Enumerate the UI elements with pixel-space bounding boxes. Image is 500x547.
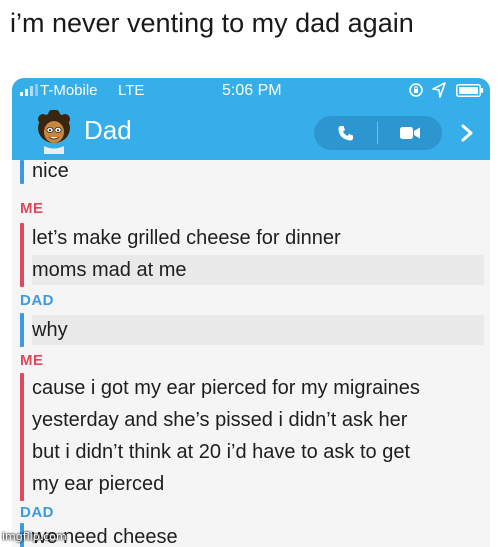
message-text: why xyxy=(32,315,484,345)
video-camera-icon xyxy=(400,127,420,139)
imgflip-watermark: imgflip.com xyxy=(2,530,67,543)
status-time: 5:06 PM xyxy=(222,82,282,99)
message-text: my ear pierced xyxy=(32,473,165,495)
carrier-label: T-Mobile xyxy=(40,82,98,99)
voice-call-button[interactable] xyxy=(314,116,378,150)
message-text: moms mad at me xyxy=(32,255,484,285)
chevron-right-icon xyxy=(461,124,473,142)
dad-message-bar xyxy=(20,313,24,347)
message-group: why xyxy=(18,313,484,347)
rotation-lock-icon xyxy=(409,83,423,97)
location-arrow-icon xyxy=(432,82,446,98)
message-text: nice xyxy=(32,160,69,182)
chat-header: T-Mobile LTE 5:06 PM Dad xyxy=(12,78,490,160)
message-group: let’s make grilled cheese for dinner mom… xyxy=(18,223,484,287)
battery-icon xyxy=(456,84,484,97)
phone-icon xyxy=(338,126,353,141)
sender-label-dad: DAD xyxy=(20,504,54,521)
network-type: LTE xyxy=(118,82,145,99)
status-bar: T-Mobile LTE 5:06 PM xyxy=(12,78,490,102)
sender-label-dad: DAD xyxy=(20,292,54,309)
video-call-button[interactable] xyxy=(378,116,442,150)
bitmoji-avatar[interactable] xyxy=(34,110,74,154)
message-group: nice xyxy=(18,160,484,184)
sender-label-me: ME xyxy=(20,200,44,217)
signal-strength-icon xyxy=(20,84,38,96)
me-message-bar xyxy=(20,373,24,501)
contact-name: Dad xyxy=(84,115,132,145)
message-text: let’s make grilled cheese for dinner xyxy=(32,227,341,249)
message-text: yesterday and she’s pissed i didn’t ask … xyxy=(32,409,408,431)
meme-caption: i’m never venting to my dad again xyxy=(10,8,414,38)
message-list[interactable]: nice ME let’s make grilled cheese for di… xyxy=(12,160,490,547)
message-text: but i didn’t think at 20 i’d have to ask… xyxy=(32,441,411,463)
snapchat-chat-screen: T-Mobile LTE 5:06 PM Dad nice ME let’s m… xyxy=(12,78,490,547)
message-text: we need cheese xyxy=(32,526,178,547)
dad-message-bar xyxy=(20,160,24,184)
message-text: cause i got my ear pierced for my migrai… xyxy=(32,377,420,399)
open-profile-button[interactable] xyxy=(452,116,482,150)
sender-label-me: ME xyxy=(20,352,44,369)
me-message-bar xyxy=(20,223,24,287)
message-group: we need cheese xyxy=(18,523,484,547)
message-group: cause i got my ear pierced for my migrai… xyxy=(18,373,484,501)
